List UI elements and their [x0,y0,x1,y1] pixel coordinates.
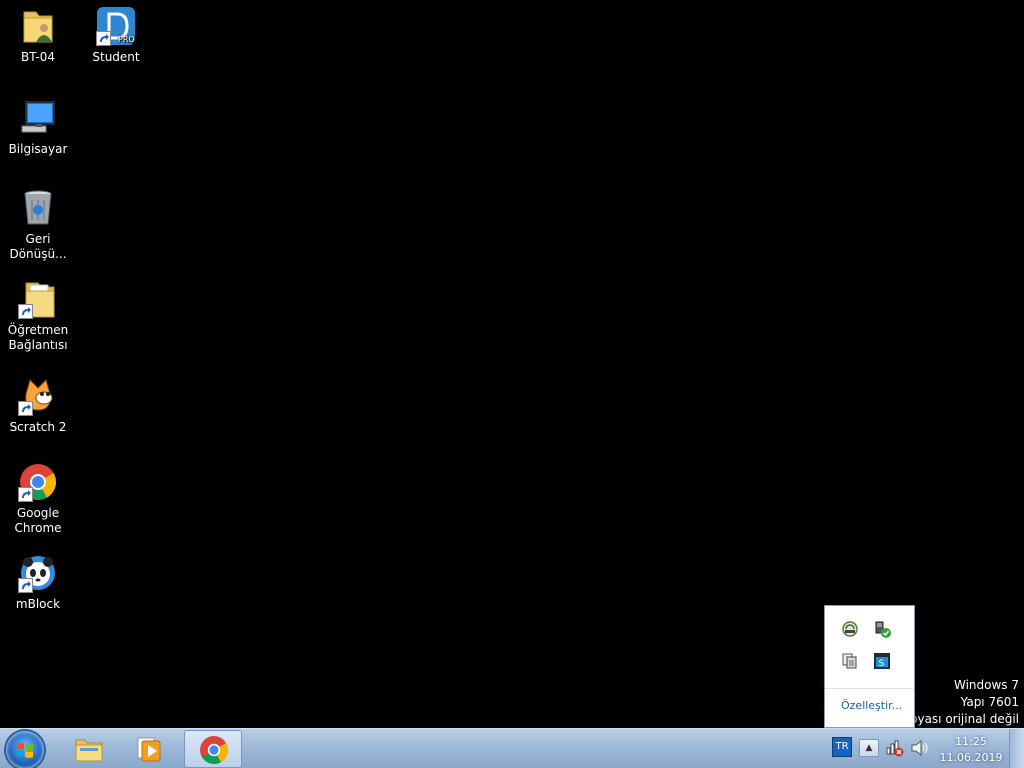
media-player-icon [134,734,164,764]
svg-text:PRO: PRO [118,35,135,44]
volume-icon[interactable] [909,738,929,758]
desktop-icon-bt04[interactable]: BT-04 [0,6,76,65]
safely-remove-hardware-icon[interactable] [873,620,891,638]
shortcut-arrow-icon [18,401,33,416]
user-folder-icon [18,6,58,46]
skype-style-tray-icon[interactable]: S [873,652,891,670]
student-app-icon: PRO [96,6,136,46]
svg-text:S: S [879,659,885,669]
recycle-bin-icon [18,188,58,228]
chrome-icon [199,735,229,765]
desktop-icon-label: Scratch 2 [9,420,67,434]
system-clock[interactable]: 11:25 11.06.2019 [936,734,1006,766]
taskbar-chrome-button[interactable] [184,730,242,768]
desktop-icon-student[interactable]: PRO Student [78,6,154,65]
desktop-icon-label: Geri Dönüşü... [9,232,67,261]
taskbar: TR ▲ 11:25 11.06.2019 [0,728,1024,768]
folder-shortcut-icon [18,279,58,319]
sync-app-tray-icon[interactable] [841,620,859,638]
desktop-icon-label: mBlock [15,597,61,611]
taskbar-media-player-button[interactable] [120,730,178,768]
clock-time: 11:25 [955,735,987,748]
shortcut-arrow-icon [18,487,33,502]
computer-icon [18,98,58,138]
scratch-cat-icon [18,376,58,416]
mblock-panda-icon [18,553,58,593]
desktop-icon-teacher-connection[interactable]: Öğretmen Bağlantısı [0,279,76,353]
desktop-icon-recycle-bin[interactable]: Geri Dönüşü... [0,188,76,262]
show-hidden-icons-button[interactable]: ▲ [859,739,879,757]
desktop-icon-label: Student [92,50,140,64]
notification-overflow-popup: S Özelleştir... [824,605,915,728]
chevron-up-icon: ▲ [865,743,873,753]
show-desktop-button[interactable] [1009,729,1024,768]
popup-separator [825,688,914,689]
start-button[interactable] [6,731,44,768]
windows-logo-icon [16,741,34,759]
desktop-icon-label: Google Chrome [14,506,62,535]
desktop-icon-label: Öğretmen Bağlantısı [7,323,69,352]
customize-link[interactable]: Özelleştir... [841,699,902,712]
shortcut-arrow-icon [18,304,33,319]
shortcut-arrow-icon [96,31,111,46]
desktop-icon-computer[interactable]: Bilgisayar [0,98,76,157]
desktop-icon-label: Bilgisayar [8,142,68,156]
desktop-icon-label: BT-04 [20,50,56,64]
desktop-icon-google-chrome[interactable]: Google Chrome [0,462,76,536]
desktop-icon-scratch[interactable]: Scratch 2 [0,376,76,435]
network-sharing-tray-icon[interactable] [841,652,859,670]
language-indicator[interactable]: TR [832,737,852,757]
clock-date: 11.06.2019 [939,751,1003,764]
desktop-icon-mblock[interactable]: mBlock [0,553,76,612]
folder-library-icon [74,734,104,764]
shortcut-arrow-icon [18,578,33,593]
chrome-icon [18,462,58,502]
taskbar-explorer-button[interactable] [60,730,118,768]
network-error-icon[interactable] [885,738,905,758]
